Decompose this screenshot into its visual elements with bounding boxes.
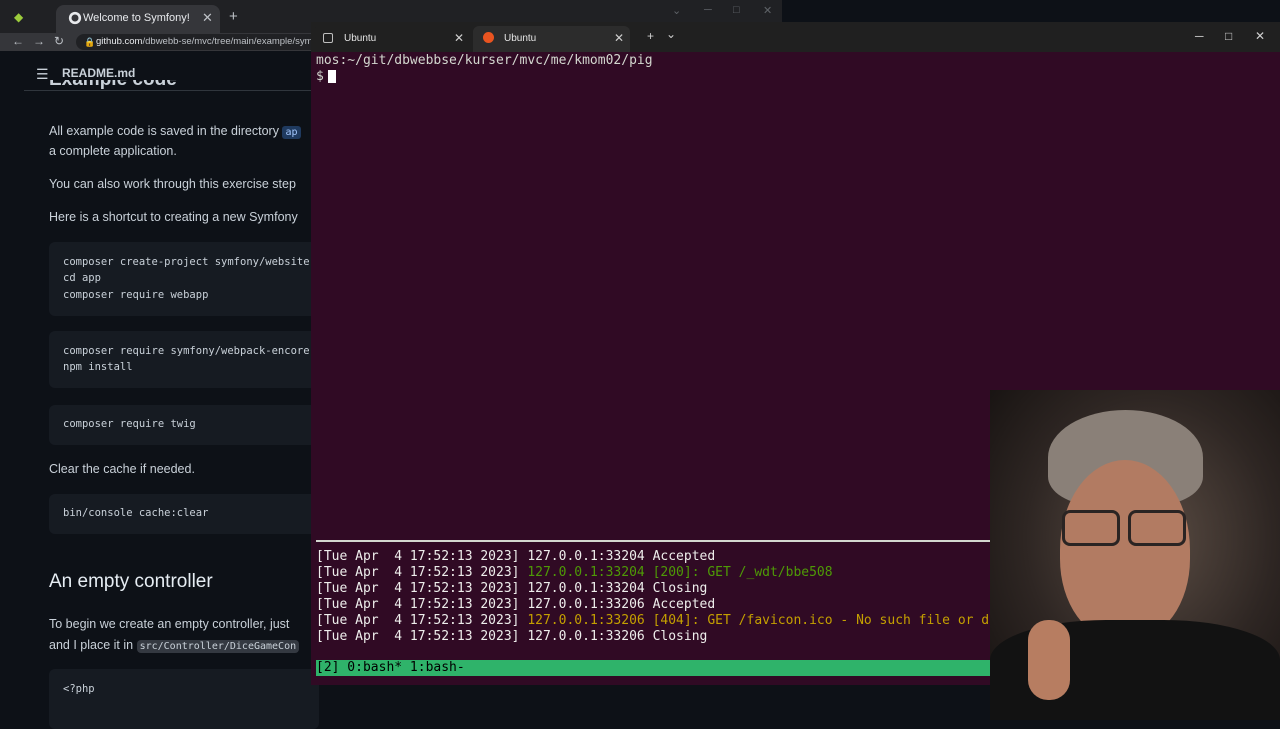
code-block-create-project: composer create-project symfony/website-… xyxy=(49,242,319,316)
close-window-icon[interactable]: ✕ xyxy=(763,4,772,17)
url-path: /dbwebb-se/mvc/tree/main/example/sym xyxy=(142,36,313,47)
terminal-tab-ubuntu-1[interactable]: Ubuntu ✕ xyxy=(313,26,470,52)
log-line: [Tue Apr 4 17:52:13 2023] 127.0.0.1:3320… xyxy=(316,629,708,644)
inline-code: ap xyxy=(282,126,301,139)
close-window-icon[interactable]: ✕ xyxy=(1255,29,1265,43)
code-block-php: <?php xyxy=(49,669,319,729)
code-line: composer create-project symfony/website- xyxy=(63,256,316,268)
reload-icon[interactable]: ↻ xyxy=(54,34,64,48)
code-block-twig: composer require twig xyxy=(49,405,319,445)
code-line: <?php xyxy=(63,683,95,695)
paragraph-example-dir: All example code is saved in the directo… xyxy=(49,124,301,139)
webcam-thumb xyxy=(1028,620,1070,700)
log-line: [Tue Apr 4 17:52:13 2023] 127.0.0.1:3320… xyxy=(316,597,716,612)
chevron-down-icon[interactable]: ⌄ xyxy=(672,4,681,17)
paragraph-clear-cache: Clear the cache if needed. xyxy=(49,462,195,476)
terminal-tab-label: Ubuntu xyxy=(504,33,537,44)
terminal-icon xyxy=(323,33,333,43)
paragraph-begin: To begin we create an empty controller, … xyxy=(49,617,290,631)
ubuntu-icon xyxy=(483,32,494,43)
prompt-symbol: $ xyxy=(316,69,324,84)
browser-tab-active[interactable]: Welcome to Symfony! ✕ xyxy=(56,5,220,33)
code-line: composer require symfony/webpack-encore- xyxy=(63,345,316,357)
github-icon xyxy=(68,11,82,25)
prompt-path: mos:~/git/dbwebbse/kurser/mvc/me/kmom02/… xyxy=(316,53,653,68)
section-heading-example-code: Example code xyxy=(49,80,177,92)
paragraph-shortcut: Here is a shortcut to creating a new Sym… xyxy=(49,210,298,224)
url-host: github.com xyxy=(96,36,143,47)
paragraph-place: and I place it in src/Controller/DiceGam… xyxy=(49,638,300,653)
list-icon[interactable]: ☰ xyxy=(36,66,49,83)
maximize-icon[interactable]: □ xyxy=(1225,29,1232,43)
back-icon[interactable]: ← xyxy=(12,34,24,48)
close-tab-icon[interactable]: ✕ xyxy=(454,31,464,45)
code-line: composer require twig xyxy=(63,418,196,430)
log-line: [Tue Apr 4 17:52:13 2023] 127.0.0.1:3320… xyxy=(316,613,1029,628)
text-cursor xyxy=(327,70,336,83)
minimize-icon[interactable]: ─ xyxy=(1195,29,1204,43)
code-line: bin/console cache:clear xyxy=(63,507,209,519)
webcam-face xyxy=(1060,460,1190,640)
log-line: [Tue Apr 4 17:52:13 2023] 127.0.0.1:3320… xyxy=(316,549,716,564)
maximize-icon[interactable]: □ xyxy=(733,4,740,16)
code-block-cache-clear: bin/console cache:clear xyxy=(49,494,319,534)
webcam-glasses xyxy=(1062,510,1188,546)
terminal-tab-ubuntu-2[interactable]: Ubuntu ✕ xyxy=(473,26,630,52)
prompt-line[interactable]: $ xyxy=(316,69,336,84)
code-line: npm install xyxy=(63,361,133,373)
close-tab-icon[interactable]: ✕ xyxy=(202,10,213,26)
paragraph-step: You can also work through this exercise … xyxy=(49,177,296,191)
forward-icon[interactable]: → xyxy=(33,34,45,48)
lock-icon: 🔒 xyxy=(84,37,96,47)
inline-code: src/Controller/DiceGameCon xyxy=(136,640,300,653)
symfony-favicon-icon[interactable]: ◆ xyxy=(14,10,23,24)
browser-tab-title: Welcome to Symfony! xyxy=(83,12,190,24)
section-heading-empty-controller: An empty controller xyxy=(49,571,213,592)
log-line: [Tue Apr 4 17:52:13 2023] 127.0.0.1:3320… xyxy=(316,581,708,596)
code-line: cd app xyxy=(63,272,101,284)
terminal-tab-label: Ubuntu xyxy=(344,33,377,44)
code-line: composer require webapp xyxy=(63,289,209,301)
minimize-icon[interactable]: ─ xyxy=(704,4,712,16)
chevron-down-icon[interactable]: ⌄ xyxy=(666,27,676,41)
new-tab-icon[interactable]: + xyxy=(647,29,654,43)
close-tab-icon[interactable]: ✕ xyxy=(614,31,624,45)
code-block-webpack: composer require symfony/webpack-encore-… xyxy=(49,331,319,388)
terminal-tabbar: Ubuntu ✕ Ubuntu ✕ + ⌄ ─ □ ✕ xyxy=(311,22,1280,52)
paragraph-complete-app: a complete application. xyxy=(49,144,177,158)
webcam-overlay xyxy=(990,390,1280,720)
log-line: [Tue Apr 4 17:52:13 2023] 127.0.0.1:3320… xyxy=(316,565,833,580)
readme-filename[interactable]: README.md xyxy=(62,66,135,80)
new-tab-icon[interactable]: + xyxy=(229,8,238,25)
